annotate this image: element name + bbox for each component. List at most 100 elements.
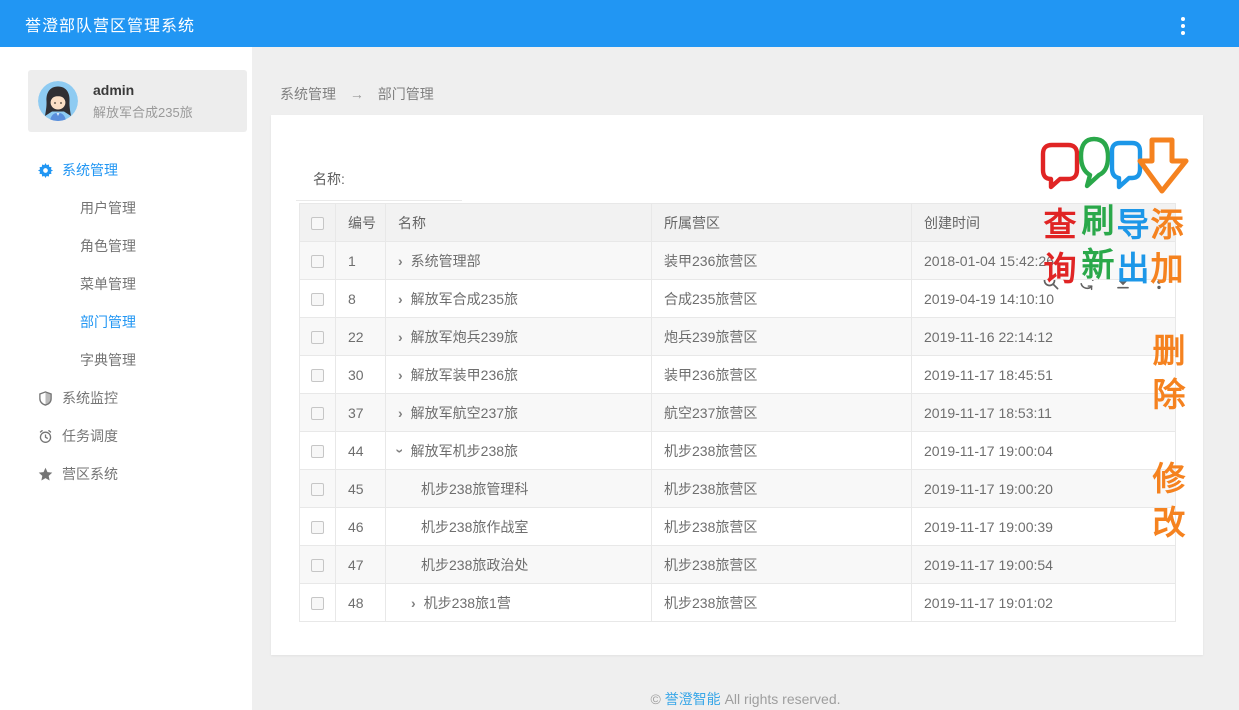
- cell-created: 2019-11-17 19:00:54: [912, 546, 1176, 584]
- search-label: 名称:: [313, 169, 345, 189]
- cell-camp: 航空237旅营区: [652, 394, 912, 432]
- rights-text: All rights reserved.: [725, 691, 841, 707]
- cell-created: 2019-11-17 19:00:39: [912, 508, 1176, 546]
- column-header-id[interactable]: 编号: [336, 204, 386, 242]
- sidebar-menu: 系统管理 用户管理 角色管理 菜单管理 部门管理 字典管理 系统监控 任务调度 …: [0, 151, 252, 493]
- cell-name: › 解放军机步238旅: [386, 432, 652, 470]
- search-box: 名称:: [296, 157, 462, 201]
- sidebar-item-task-scheduler[interactable]: 任务调度: [0, 417, 252, 455]
- name-search-input[interactable]: [351, 170, 462, 188]
- cell-id: 47: [336, 546, 386, 584]
- cell-created: 2018-01-04 15:42:26: [912, 242, 1176, 280]
- cell-name: › 解放军合成235旅: [386, 280, 652, 318]
- top-bar: 誉澄部队营区管理系统: [0, 0, 1239, 47]
- cell-name: 机步238旅政治处: [386, 546, 652, 584]
- row-checkbox[interactable]: [311, 293, 324, 306]
- row-checkbox[interactable]: [311, 369, 324, 382]
- select-all-checkbox[interactable]: [311, 217, 324, 230]
- row-checkbox[interactable]: [311, 559, 324, 572]
- sidebar-item-menu-management[interactable]: 菜单管理: [0, 265, 252, 303]
- row-checkbox[interactable]: [311, 445, 324, 458]
- cell-id: 44: [336, 432, 386, 470]
- sidebar-item-label: 系统管理: [62, 160, 118, 180]
- table-row: 48›机步238旅1营机步238旅营区2019-11-17 19:01:02: [300, 584, 1176, 622]
- breadcrumb-parent[interactable]: 系统管理: [280, 86, 336, 102]
- column-header-camp[interactable]: 所属营区: [652, 204, 912, 242]
- sidebar-item-camp-system[interactable]: 营区系统: [0, 455, 252, 493]
- sidebar-item-label: 任务调度: [62, 426, 118, 446]
- row-checkbox[interactable]: [311, 331, 324, 344]
- department-name: 解放军机步238旅: [411, 443, 518, 459]
- cell-camp: 机步238旅营区: [652, 508, 912, 546]
- cell-name: › 系统管理部: [386, 242, 652, 280]
- sidebar-item-dictionary-management[interactable]: 字典管理: [0, 341, 252, 379]
- cell-camp: 机步238旅营区: [652, 470, 912, 508]
- shield-icon: [38, 391, 53, 406]
- column-header-name[interactable]: 名称: [386, 204, 652, 242]
- breadcrumb-current: 部门管理: [378, 86, 434, 102]
- row-checkbox[interactable]: [311, 407, 324, 420]
- cell-camp: 机步238旅营区: [652, 432, 912, 470]
- header-more-icon[interactable]: [1179, 13, 1187, 38]
- user-card: admin 解放军合成235旅: [28, 70, 247, 132]
- cell-name: › 机步238旅1营: [386, 584, 652, 622]
- cell-id: 30: [336, 356, 386, 394]
- table-row: 30›解放军装甲236旅装甲236旅营区2019-11-17 18:45:51: [300, 356, 1176, 394]
- cell-created: 2019-11-17 19:01:02: [912, 584, 1176, 622]
- breadcrumb: 系统管理 → 部门管理: [280, 84, 434, 104]
- department-name: 解放军合成235旅: [411, 291, 518, 307]
- table-body: 1›系统管理部装甲236旅营区2018-01-04 15:42:268›解放军合…: [300, 242, 1176, 622]
- clock-icon: [38, 429, 53, 444]
- sidebar-item-system-monitor[interactable]: 系统监控: [0, 379, 252, 417]
- sidebar-item-role-management[interactable]: 角色管理: [0, 227, 252, 265]
- table-header-row: 编号 名称 所属营区 创建时间: [300, 204, 1176, 242]
- row-checkbox[interactable]: [311, 597, 324, 610]
- expand-icon[interactable]: ›: [398, 406, 403, 420]
- expand-icon[interactable]: ›: [411, 596, 416, 610]
- expand-icon[interactable]: ›: [398, 254, 403, 268]
- star-icon: [38, 467, 53, 482]
- sidebar-item-user-management[interactable]: 用户管理: [0, 189, 252, 227]
- cell-id: 46: [336, 508, 386, 546]
- department-name: 机步238旅1营: [424, 595, 511, 611]
- collapse-icon[interactable]: ›: [393, 448, 407, 453]
- department-name: 机步238旅政治处: [421, 557, 528, 573]
- row-checkbox[interactable]: [311, 521, 324, 534]
- cell-created: 2019-11-17 19:00:20: [912, 470, 1176, 508]
- brand-link[interactable]: 誉澄智能: [665, 691, 721, 707]
- table-row: 22›解放军炮兵239旅炮兵239旅营区2019-11-16 22:14:12: [300, 318, 1176, 356]
- column-header-created[interactable]: 创建时间: [912, 204, 1176, 242]
- expand-icon[interactable]: ›: [398, 292, 403, 306]
- department-name: 系统管理部: [411, 253, 481, 269]
- cell-camp: 合成235旅营区: [652, 280, 912, 318]
- cell-created: 2019-11-17 19:00:04: [912, 432, 1176, 470]
- footer: © 誉澄智能 All rights reserved.: [252, 689, 1239, 709]
- avatar[interactable]: [38, 81, 78, 121]
- department-name: 解放军装甲236旅: [411, 367, 518, 383]
- table-row: 8›解放军合成235旅合成235旅营区2019-04-19 14:10:10: [300, 280, 1176, 318]
- cell-camp: 机步238旅营区: [652, 546, 912, 584]
- cell-name: 机步238旅作战室: [386, 508, 652, 546]
- content-panel: 名称: 编号 名称 所属营区 创建时间: [271, 115, 1203, 655]
- sidebar-item-department-management[interactable]: 部门管理: [0, 303, 252, 341]
- copyright-symbol: ©: [650, 691, 660, 707]
- sidebar-item-system-management[interactable]: 系统管理: [0, 151, 252, 189]
- cell-created: 2019-11-17 18:45:51: [912, 356, 1176, 394]
- cell-camp: 机步238旅营区: [652, 584, 912, 622]
- cell-created: 2019-04-19 14:10:10: [912, 280, 1176, 318]
- user-name: admin: [93, 82, 193, 98]
- sidebar-item-label: 营区系统: [62, 464, 118, 484]
- table-row: 46机步238旅作战室机步238旅营区2019-11-17 19:00:39: [300, 508, 1176, 546]
- expand-icon[interactable]: ›: [398, 330, 403, 344]
- sidebar: admin 解放军合成235旅 系统管理 用户管理 角色管理 菜单管理 部门管理…: [0, 47, 252, 710]
- table-row: 47 机步238旅政治处 机步238旅营区2019-11-17 19:00:54: [300, 546, 1176, 584]
- row-checkbox[interactable]: [311, 255, 324, 268]
- cell-name: › 解放军装甲236旅: [386, 356, 652, 394]
- user-unit: 解放军合成235旅: [93, 102, 193, 121]
- sidebar-item-label: 系统监控: [62, 388, 118, 408]
- cell-name: ›解放军航空237旅: [386, 394, 652, 432]
- row-checkbox[interactable]: [311, 483, 324, 496]
- cell-camp: 装甲236旅营区: [652, 242, 912, 280]
- department-name: 机步238旅管理科: [421, 481, 528, 497]
- expand-icon[interactable]: ›: [398, 368, 403, 382]
